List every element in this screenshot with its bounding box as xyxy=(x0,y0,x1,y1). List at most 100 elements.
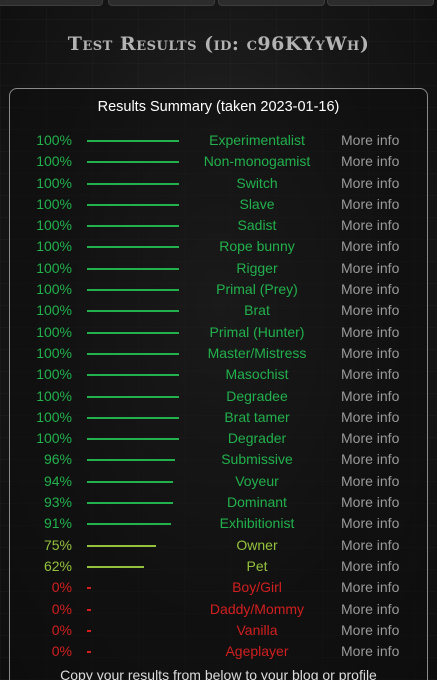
more-info-link[interactable]: More info xyxy=(341,324,399,340)
result-percent: 0% xyxy=(51,579,72,596)
more-info-link[interactable]: More info xyxy=(341,388,399,404)
result-bar-track xyxy=(87,608,179,611)
more-info-link[interactable]: More info xyxy=(341,622,399,638)
result-bar-track xyxy=(87,651,179,654)
more-info-link[interactable]: More info xyxy=(341,601,399,617)
nav-tab[interactable] xyxy=(218,0,325,6)
result-row: 0% Ageplayer More info xyxy=(0,641,437,662)
result-bar-fill xyxy=(87,544,156,547)
nav-tab[interactable] xyxy=(108,0,215,6)
more-info-link[interactable]: More info xyxy=(341,281,399,297)
result-bar-track xyxy=(87,225,179,228)
result-role: Experimentalist xyxy=(209,132,305,148)
page-title: Test Results (id: c96KYyWh) xyxy=(67,33,370,55)
more-info-link[interactable]: More info xyxy=(341,409,399,425)
result-role: Masochist xyxy=(225,366,289,383)
result-bar-fill xyxy=(87,565,145,568)
result-bar-fill xyxy=(87,140,179,142)
result-row: 100% Masochist More info xyxy=(0,364,437,385)
more-info-link[interactable]: More info xyxy=(341,153,399,169)
results-list: 100% Experimentalist More info 100% Non-mono… xyxy=(0,130,437,662)
result-bar-track xyxy=(87,374,179,377)
result-role: Rope bunny xyxy=(219,238,295,255)
result-bar-track xyxy=(87,331,179,334)
result-bar-fill xyxy=(87,289,179,292)
result-percent: 100% xyxy=(36,238,72,255)
result-bar-fill xyxy=(87,203,179,206)
result-role: Brat xyxy=(244,302,270,319)
result-row: 91% Exhibitionist More info xyxy=(0,513,437,534)
more-info-link[interactable]: More info xyxy=(341,196,399,212)
result-role: Rigger xyxy=(236,259,278,276)
result-row: 100% Primal (Hunter) More info xyxy=(0,322,437,343)
result-percent: 91% xyxy=(43,515,72,532)
result-row: 100% Brat More info xyxy=(0,300,437,321)
result-bar-fill xyxy=(87,182,179,185)
more-info-link[interactable]: More info xyxy=(341,132,399,148)
result-role: Primal (Hunter) xyxy=(209,323,305,340)
result-role: Vanilla xyxy=(236,621,278,638)
result-role: Voyeur xyxy=(235,472,279,489)
result-percent: 100% xyxy=(36,217,72,234)
nav-tab[interactable] xyxy=(327,0,434,6)
result-bar-fill xyxy=(87,629,91,632)
result-role: Degrader xyxy=(227,430,287,447)
nav-tab[interactable] xyxy=(0,0,103,6)
result-bar-track xyxy=(87,182,179,185)
more-info-link[interactable]: More info xyxy=(341,302,399,318)
more-info-link[interactable]: More info xyxy=(341,238,399,254)
more-info-link[interactable]: More info xyxy=(341,217,399,233)
more-info-link[interactable]: More info xyxy=(341,537,399,553)
result-percent: 100% xyxy=(36,366,72,383)
result-row: 100% Primal (Prey) More info xyxy=(0,279,437,300)
result-percent: 100% xyxy=(36,281,72,298)
result-role: Dominant xyxy=(227,494,287,511)
result-bar-track xyxy=(87,395,179,398)
result-percent: 62% xyxy=(43,557,72,574)
result-bar-track xyxy=(87,544,179,547)
result-percent: 96% xyxy=(43,451,72,468)
result-bar-track xyxy=(87,438,179,441)
more-info-link[interactable]: More info xyxy=(341,366,399,382)
more-info-link[interactable]: More info xyxy=(341,175,399,191)
result-row: 93% Dominant More info xyxy=(0,492,437,513)
result-percent: 100% xyxy=(36,259,72,276)
summary-title: Results Summary (taken 2023-01-16) xyxy=(97,99,340,115)
results-page: Test Results (id: c96KYyWh) Results Summ… xyxy=(0,0,437,680)
result-percent: 100% xyxy=(36,408,72,425)
result-bar-track xyxy=(87,203,179,206)
result-percent: 0% xyxy=(51,621,72,638)
result-bar-fill xyxy=(87,374,179,377)
result-bar-fill xyxy=(87,267,179,270)
result-bar-fill xyxy=(87,587,91,590)
result-percent: 100% xyxy=(36,323,72,340)
top-nav xyxy=(0,0,437,6)
result-role: Master/Mistress xyxy=(207,344,307,361)
result-percent: 100% xyxy=(36,430,72,447)
result-bar-track xyxy=(87,587,179,590)
more-info-link[interactable]: More info xyxy=(341,473,399,489)
more-info-link[interactable]: More info xyxy=(341,260,399,276)
result-row: 100% Master/Mistress More info xyxy=(0,343,437,364)
result-percent: 75% xyxy=(43,536,72,553)
more-info-link[interactable]: More info xyxy=(341,558,399,574)
result-percent: 100% xyxy=(36,174,72,191)
result-role: Slave xyxy=(239,195,275,212)
result-bar-track xyxy=(87,352,179,355)
more-info-link[interactable]: More info xyxy=(341,345,399,361)
more-info-link[interactable]: More info xyxy=(341,451,399,467)
result-row: 100% Experimentalist More info xyxy=(0,130,437,151)
result-bar-track xyxy=(87,310,179,313)
result-bar-track xyxy=(87,289,179,292)
more-info-link[interactable]: More info xyxy=(341,515,399,531)
more-info-link[interactable]: More info xyxy=(341,643,399,659)
result-row: 100% Sadist More info xyxy=(0,215,437,236)
more-info-link[interactable]: More info xyxy=(341,579,399,595)
result-row: 100% Degradee More info xyxy=(0,386,437,407)
result-row: 100% Degrader More info xyxy=(0,428,437,449)
more-info-link[interactable]: More info xyxy=(341,494,399,510)
result-role: Exhibitionist xyxy=(219,515,295,532)
result-row: 100% Non-monogamist More info xyxy=(0,151,437,172)
more-info-link[interactable]: More info xyxy=(341,430,399,446)
result-bar-fill xyxy=(87,502,173,505)
